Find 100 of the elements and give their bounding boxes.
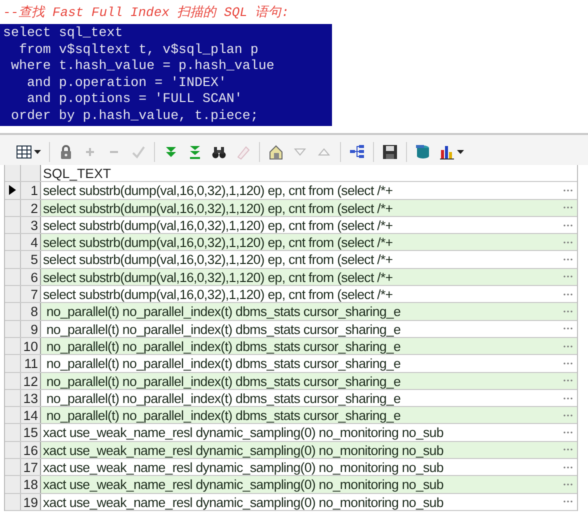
row-indicator-cell[interactable] (5, 390, 21, 406)
row-number: 16 (21, 442, 41, 458)
row-number: 7 (21, 286, 41, 302)
column-header: SQL_TEXT (42, 165, 112, 182)
more-icon[interactable] (563, 431, 573, 434)
double-chevron-down-bar-icon (187, 144, 203, 160)
code-line: order by p.hash_value, t.piece; (10, 108, 258, 124)
row-indicator-cell[interactable] (5, 424, 21, 441)
row-number: 17 (21, 459, 41, 476)
table-cell-text: select substrb(dump(val,16,0,32),1,120) ep, cnt from (select /*+ (42, 234, 394, 250)
more-icon[interactable] (563, 258, 573, 262)
database-icon (415, 144, 431, 160)
more-icon[interactable] (563, 500, 573, 504)
table-cell-text: no_parallel(t) no_parallel_index(t) dbms_stats cursor_sharing_e (45, 372, 402, 389)
tree-icon (349, 144, 365, 160)
eraser-icon (235, 144, 251, 160)
more-icon[interactable] (563, 240, 573, 244)
row-number: 11 (21, 355, 41, 372)
caret-icon (457, 150, 464, 154)
row-indicator-cell[interactable] (5, 442, 21, 458)
caret-icon (34, 150, 41, 154)
more-icon[interactable] (563, 224, 573, 227)
row-pointer-icon (9, 185, 16, 196)
more-icon[interactable] (563, 275, 573, 278)
more-icon[interactable] (563, 448, 573, 452)
row-indicator-cell[interactable] (5, 251, 21, 268)
more-icon[interactable] (563, 327, 573, 330)
table-cell-text: xact use_weak_name_resl dynamic_sampling(0) no_monitoring no_sub (42, 494, 444, 510)
house-icon (268, 144, 284, 160)
comment-text: --查找 Fast Full Index 扫描的 SQL 语句: (2, 4, 290, 21)
bar-chart-icon (439, 144, 455, 160)
row-indicator-cell[interactable] (5, 182, 21, 199)
table-cell-text: xact use_weak_name_resl dynamic_sampling(0) no_monitoring no_sub (42, 442, 444, 458)
table-cell-text: xact use_weak_name_resl dynamic_sampling(0) no_monitoring no_sub (42, 459, 444, 476)
row-number: 5 (21, 251, 41, 268)
row-number: 14 (21, 407, 41, 424)
minus-icon (109, 151, 119, 153)
table-cell-text: select substrb(dump(val,16,0,32),1,120) ep, cnt from (select /*+ (42, 286, 394, 302)
table-cell-text: select substrb(dump(val,16,0,32),1,120) ep, cnt from (select /*+ (42, 182, 394, 199)
more-icon[interactable] (563, 414, 573, 417)
row-number: 10 (21, 338, 41, 354)
row-number: 15 (21, 424, 41, 441)
table-cell-text: no_parallel(t) no_parallel_index(t) dbms_stats cursor_sharing_e (45, 338, 402, 354)
row-number: 13 (21, 390, 41, 406)
row-indicator-cell[interactable] (5, 476, 21, 493)
table-cell-text: no_parallel(t) no_parallel_index(t) dbms_stats cursor_sharing_e (45, 320, 402, 337)
row-indicator-cell[interactable] (5, 459, 21, 476)
row-number: 12 (21, 372, 41, 389)
more-icon[interactable] (563, 362, 573, 365)
row-indicator-cell[interactable] (5, 200, 21, 216)
plus-icon (85, 147, 95, 157)
row-indicator-cell[interactable] (5, 494, 21, 510)
table-cell-text: no_parallel(t) no_parallel_index(t) dbms_stats cursor_sharing_e (45, 407, 402, 424)
table-cell-text: xact use_weak_name_resl dynamic_sampling(0) no_monitoring no_sub (42, 476, 444, 493)
code-line: and p.operation = 'INDEX' (26, 74, 226, 91)
row-indicator-cell[interactable] (5, 303, 21, 320)
more-icon[interactable] (563, 292, 573, 296)
row-number: 2 (21, 200, 41, 216)
toolbar-button[interactable] (380, 142, 400, 162)
lock-icon (58, 144, 74, 160)
row-indicator-cell[interactable] (5, 338, 21, 354)
row-number: 19 (21, 494, 41, 510)
save-icon (382, 144, 398, 160)
table-cell-text: no_parallel(t) no_parallel_index(t) dbms_stats cursor_sharing_e (45, 355, 402, 372)
more-icon[interactable] (563, 466, 573, 469)
row-number: 6 (21, 268, 41, 286)
table-cell-text: select substrb(dump(val,16,0,32),1,120) ep, cnt from (select /*+ (42, 268, 394, 286)
row-indicator-cell[interactable] (5, 355, 21, 372)
row-indicator-cell[interactable] (5, 216, 21, 234)
more-icon[interactable] (563, 396, 573, 400)
row-indicator-cell[interactable] (5, 286, 21, 302)
row-number: 4 (21, 234, 41, 250)
table-cell-text: select substrb(dump(val,16,0,32),1,120) ep, cnt from (select /*+ (42, 216, 394, 234)
more-icon[interactable] (563, 206, 573, 210)
row-indicator-cell[interactable] (5, 372, 21, 389)
check-icon (130, 144, 146, 160)
table-cell-text: xact use_weak_name_resl dynamic_sampling(0) no_monitoring no_sub (42, 424, 444, 441)
row-number: 1 (21, 182, 41, 199)
row-indicator-cell[interactable] (5, 234, 21, 250)
row-indicator-cell[interactable] (5, 320, 21, 337)
table-cell-text: select substrb(dump(val,16,0,32),1,120) ep, cnt from (select /*+ (42, 200, 394, 216)
more-icon[interactable] (563, 344, 573, 348)
more-icon[interactable] (563, 310, 573, 314)
table-cell-text: no_parallel(t) no_parallel_index(t) dbms_stats cursor_sharing_e (45, 303, 402, 320)
row-indicator-cell[interactable] (5, 407, 21, 424)
code-line: and p.options = 'FULL SCAN' (26, 91, 242, 108)
row-number: 8 (21, 303, 41, 320)
code-line: where t.hash_value = p.hash_value (10, 58, 274, 74)
row-indicator-cell[interactable] (5, 268, 21, 286)
row-number: 18 (21, 476, 41, 493)
grid-icon (16, 144, 32, 160)
more-icon[interactable] (563, 482, 573, 486)
code-line: select sql_text (2, 25, 123, 42)
more-icon[interactable] (563, 188, 573, 192)
more-icon[interactable] (563, 379, 573, 382)
row-number: 3 (21, 216, 41, 234)
row-number: 9 (21, 320, 41, 337)
code-line: from v$sqltext t, v$sql_plan p (18, 42, 258, 58)
binoculars-icon (211, 144, 227, 160)
table-cell-text: select substrb(dump(val,16,0,32),1,120) ep, cnt from (select /*+ (42, 251, 394, 268)
